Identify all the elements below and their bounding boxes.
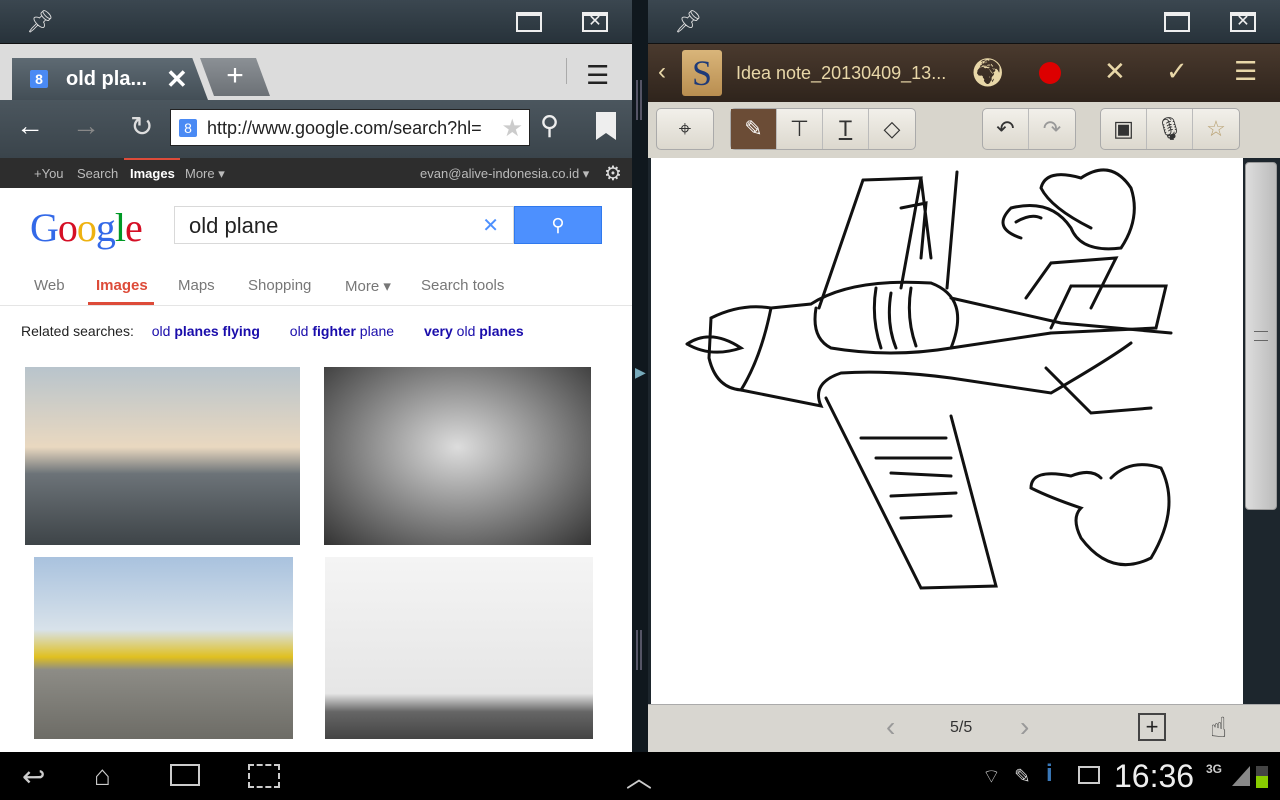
menu-icon[interactable]: ☰ <box>1234 56 1257 87</box>
prev-page-icon[interactable]: ‹ <box>886 711 895 743</box>
related-link[interactable]: old fighter plane <box>290 323 394 339</box>
menu-icon[interactable]: ☰ <box>586 60 609 91</box>
google-results: Google old plane ✕ ⚲ Web Images Maps Shop… <box>0 188 632 752</box>
globe-help-icon[interactable]: 🌍︎ <box>970 56 1006 89</box>
expand-icon[interactable]: ︿ <box>626 758 652 795</box>
signal-icon <box>1232 766 1250 786</box>
related-link[interactable]: very old planes <box>424 323 524 339</box>
google-favicon-icon: 8 <box>30 70 48 88</box>
pin-icon[interactable]: 📌︎ <box>674 9 702 35</box>
reload-icon[interactable]: ↻ <box>130 110 153 143</box>
page-navigation: ‹ 5/5 › + ☝︎ <box>648 704 1280 752</box>
undo-icon[interactable]: ↶ <box>983 109 1029 149</box>
system-bar: ↩ ⌂ ︿ ⌔ ✎ i 16:36 3G <box>0 752 1280 800</box>
new-tab-button[interactable]: + <box>200 58 270 96</box>
right-window-bar: 📌︎ ✕ <box>648 0 1280 44</box>
close-icon[interactable]: ✕ <box>1230 12 1256 32</box>
done-icon[interactable]: ✓ <box>1166 56 1188 87</box>
star-icon[interactable]: ★ <box>501 114 523 143</box>
insert-image-icon[interactable]: ▣ <box>1101 109 1147 149</box>
snote-header: ‹ S Idea note_20130409_13... 🌍︎ ✕ ✓ ☰ <box>648 44 1280 102</box>
tab-search-tools[interactable]: Search tools <box>421 277 504 294</box>
pen-icon: ✎ <box>1014 766 1031 788</box>
more-link[interactable]: More ▾ <box>185 166 225 182</box>
page-indicator: 5/5 <box>950 719 973 736</box>
tab-title: old pla... <box>66 68 148 90</box>
url-bar[interactable]: 8 http://www.google.com/search?hl= ★ <box>170 109 530 146</box>
wifi-icon: ⌔ <box>982 766 1001 788</box>
search-link[interactable]: Search <box>77 166 118 181</box>
images-link[interactable]: Images <box>130 166 175 181</box>
search-button[interactable]: ⚲ <box>514 206 602 244</box>
pin-icon[interactable]: 📌︎ <box>26 9 54 35</box>
tab-images[interactable]: Images <box>96 277 148 294</box>
home-icon[interactable]: ⌂ <box>94 760 111 792</box>
tab-more[interactable]: More ▾ <box>345 277 391 295</box>
recent-apps-icon[interactable] <box>170 764 200 786</box>
hand-mode-icon[interactable]: ☝︎ <box>1210 711 1227 744</box>
drawing-canvas[interactable] <box>651 158 1243 704</box>
select-tool-icon[interactable]: ⌖ <box>657 109 713 149</box>
close-tab-icon[interactable]: ✕ <box>166 64 188 95</box>
record-icon[interactable] <box>1039 62 1061 84</box>
snote-logo: S <box>682 50 722 96</box>
next-page-icon[interactable]: › <box>1020 711 1029 743</box>
related-searches: Related searches: old planes flying old … <box>21 323 524 339</box>
gear-icon[interactable]: ⚙ <box>604 161 622 186</box>
add-page-icon[interactable]: + <box>1138 713 1166 741</box>
maximize-icon[interactable] <box>1164 12 1190 32</box>
google-bar: +You Search Images More ▾ evan@alive-ind… <box>0 158 632 188</box>
google-logo[interactable]: Google <box>30 204 143 251</box>
search-icon[interactable]: ⚲ <box>540 110 559 141</box>
tab-strip: 8 old pla... ✕ + ☰ <box>0 44 632 100</box>
tab-shopping[interactable]: Shopping <box>248 277 311 294</box>
canvas-scrollbar[interactable] <box>1245 162 1277 510</box>
divider <box>0 305 632 306</box>
google-favicon-icon: 8 <box>179 119 197 137</box>
you-link[interactable]: +You <box>34 166 64 181</box>
snote-toolbar: ⌖ ✎ ⊤ T ◇ ↶ ↷ ▣ 🎙︎ ☆ <box>648 102 1280 158</box>
image-result[interactable] <box>324 367 591 545</box>
related-link[interactable]: old planes flying <box>152 323 260 339</box>
battery-icon <box>1256 766 1268 788</box>
screenshot-icon[interactable] <box>248 764 280 788</box>
image-result[interactable] <box>25 367 300 545</box>
plane-sketch <box>685 168 1173 590</box>
active-indicator <box>124 158 180 160</box>
left-window-bar: 📌︎ ✕ <box>0 0 632 44</box>
bookmark-icon[interactable] <box>596 112 616 140</box>
browser-toolbar: ← → ↻ 8 http://www.google.com/search?hl=… <box>0 100 632 158</box>
network-type: 3G <box>1206 762 1223 776</box>
text-box-tool-icon[interactable]: ⊤ <box>777 109 823 149</box>
expand-arrow-icon[interactable]: ▶ <box>635 364 646 381</box>
eraser-tool-icon[interactable]: ◇ <box>869 109 915 149</box>
tab-maps[interactable]: Maps <box>178 277 215 294</box>
url-text: http://www.google.com/search?hl= <box>207 118 482 138</box>
pen-tool-icon[interactable]: ✎ <box>731 109 777 149</box>
note-title[interactable]: Idea note_20130409_13... <box>736 63 946 84</box>
gallery-icon <box>1078 766 1100 784</box>
cancel-icon[interactable]: ✕ <box>1104 56 1126 87</box>
browser-tab[interactable]: 8 old pla... ✕ <box>12 58 208 100</box>
maximize-icon[interactable] <box>516 12 542 32</box>
voice-record-icon[interactable]: 🎙︎ <box>1147 109 1193 149</box>
forward-icon[interactable]: → <box>72 110 100 142</box>
back-icon[interactable]: ‹ <box>658 58 666 86</box>
split-divider[interactable]: ▶ <box>632 0 648 752</box>
back-icon[interactable]: ↩ <box>22 760 45 793</box>
search-input[interactable]: old plane ✕ <box>174 206 514 244</box>
divider <box>566 58 567 84</box>
info-icon: i <box>1046 760 1053 787</box>
image-result[interactable] <box>34 557 293 739</box>
text-tool-icon[interactable]: T <box>823 109 869 149</box>
clock: 16:36 <box>1114 758 1195 794</box>
account-link[interactable]: evan@alive-indonesia.co.id ▾ <box>420 166 589 182</box>
clear-icon[interactable]: ✕ <box>482 213 499 238</box>
image-result[interactable] <box>325 557 593 739</box>
tab-web[interactable]: Web <box>34 277 65 294</box>
back-icon[interactable]: ← <box>16 110 44 142</box>
favorite-star-icon[interactable]: ☆ <box>1193 109 1239 149</box>
redo-icon[interactable]: ↷ <box>1029 109 1075 149</box>
close-icon[interactable]: ✕ <box>582 12 608 32</box>
